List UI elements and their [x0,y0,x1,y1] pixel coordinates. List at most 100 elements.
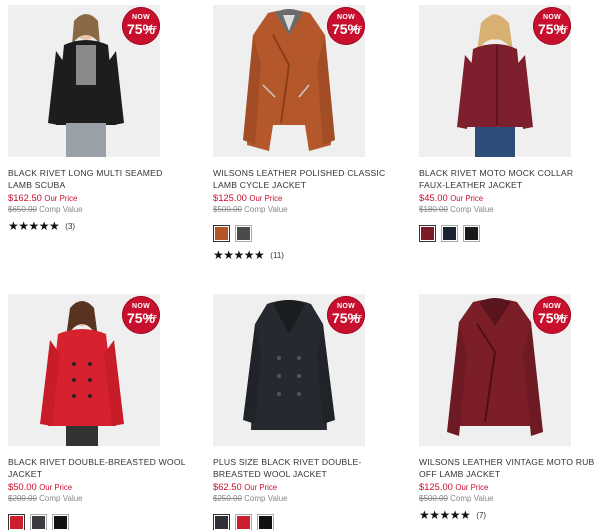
price-amount: $162.50 [8,192,42,203]
product-price: $125.00 Our Price [419,481,599,493]
price-label: Our Price [450,194,484,203]
comp-amount: $180.00 [419,205,448,214]
product-image[interactable]: NOW 75% OFF [419,294,571,446]
swatch-color [54,516,67,529]
swatch-color [237,516,250,529]
review-count: (3) [65,221,76,231]
color-swatches [419,225,599,242]
comp-amount: $200.00 [8,494,37,503]
product-title[interactable]: BLACK RIVET DOUBLE-BREASTED WOOL JACKET [8,456,186,480]
color-swatch-cognac[interactable] [213,225,230,242]
product-image[interactable]: NOW 75% OFF [213,5,365,157]
rating[interactable]: ★★★★★ (7) [419,509,599,521]
comp-value: $250.00 Comp Value [213,493,393,505]
comp-value: $650.00 Comp Value [8,204,188,216]
rating[interactable]: ★★★★★ (3) [8,220,188,232]
comp-amount: $500.00 [419,494,448,503]
comp-label: Comp Value [39,205,83,214]
product-price: $45.00 Our Price [419,192,599,204]
comp-label: Comp Value [450,494,494,503]
product-title[interactable]: BLACK RIVET LONG MULTI SEAMED LAMB SCUBA [8,167,186,191]
product-title[interactable]: WILSONS LEATHER POLISHED CLASSIC LAMB CY… [213,167,391,191]
price-amount: $125.00 [419,481,453,492]
comp-label: Comp Value [450,205,494,214]
price-label: Our Price [455,483,489,492]
price-label: Our Price [249,194,283,203]
comp-amount: $650.00 [8,205,37,214]
star-rating-icon: ★★★★★ [419,508,471,522]
product-card: NOW 75% OFF PLUS SIZE BLACK RIVET DOUBLE… [213,294,393,530]
color-swatch-charcoal[interactable] [30,514,47,530]
product-image[interactable]: NOW 75% OFF [419,5,571,157]
comp-value: $500.00 Comp Value [419,493,599,505]
badge-off-text: OFF [147,315,157,321]
comp-amount: $250.00 [213,494,242,503]
comp-label: Comp Value [39,494,83,503]
comp-amount: $500.00 [213,205,242,214]
product-price: $125.00 Our Price [213,192,393,204]
color-swatch-black[interactable] [257,514,274,530]
swatch-color [32,516,45,529]
price-amount: $62.50 [213,481,242,492]
product-title[interactable]: WILSONS LEATHER VINTAGE MOTO RUB OFF LAM… [419,456,597,480]
swatch-color [443,227,456,240]
product-price: $162.50 Our Price [8,192,188,204]
badge-off-text: OFF [147,26,157,32]
discount-badge: NOW 75% OFF [533,7,571,45]
product-title[interactable]: BLACK RIVET MOTO MOCK COLLAR FAUX-LEATHE… [419,167,597,191]
badge-off-text: OFF [558,315,568,321]
color-swatches [213,225,393,242]
color-swatch-navy[interactable] [441,225,458,242]
product-image[interactable]: NOW 75% OFF [8,5,160,157]
product-card: NOW 75% OFF BLACK RIVET DOUBLE-BREASTED … [8,294,188,530]
comp-label: Comp Value [244,205,288,214]
swatch-color [10,516,23,529]
color-swatch-red[interactable] [235,514,252,530]
price-amount: $50.00 [8,481,37,492]
star-rating-icon: ★★★★★ [213,248,265,262]
product-card: NOW 75% OFF BLACK RIVET MOTO MOCK COLLAR… [419,5,599,242]
discount-badge: NOW 75% OFF [533,296,571,334]
review-count: (11) [270,250,284,260]
product-card: NOW 75% OFF BLACK RIVET LONG MULTI SEAME… [8,5,188,232]
discount-badge: NOW 75% OFF [327,7,365,45]
color-swatch-burgundy[interactable] [419,225,436,242]
price-amount: $45.00 [419,192,448,203]
badge-off-text: OFF [352,26,362,32]
comp-value: $200.00 Comp Value [8,493,188,505]
color-swatches [213,514,393,530]
color-swatch-red[interactable] [8,514,25,530]
price-label: Our Price [39,483,73,492]
swatch-color [259,516,272,529]
badge-off-text: OFF [558,26,568,32]
comp-value: $500.00 Comp Value [213,204,393,216]
swatch-color [215,227,228,240]
product-price: $50.00 Our Price [8,481,188,493]
price-amount: $125.00 [213,192,247,203]
comp-label: Comp Value [244,494,288,503]
product-image[interactable]: NOW 75% OFF [8,294,160,446]
discount-badge: NOW 75% OFF [122,7,160,45]
color-swatch-black[interactable] [463,225,480,242]
color-swatch-black[interactable] [235,225,252,242]
product-card: NOW 75% OFF WILSONS LEATHER POLISHED CLA… [213,5,393,261]
star-rating-icon: ★★★★★ [8,219,60,233]
product-image[interactable]: NOW 75% OFF [213,294,365,446]
swatch-color [465,227,478,240]
badge-off-text: OFF [352,315,362,321]
color-swatches [8,514,188,530]
comp-value: $180.00 Comp Value [419,204,599,216]
price-label: Our Price [244,483,278,492]
price-label: Our Price [44,194,78,203]
product-card: NOW 75% OFF WILSONS LEATHER VINTAGE MOTO… [419,294,599,521]
review-count: (7) [476,510,487,520]
color-swatch-black[interactable] [52,514,69,530]
swatch-color [421,227,434,240]
swatch-color [237,227,250,240]
discount-badge: NOW 75% OFF [327,296,365,334]
color-swatch-charcoal[interactable] [213,514,230,530]
product-title[interactable]: PLUS SIZE BLACK RIVET DOUBLE-BREASTED WO… [213,456,391,480]
rating[interactable]: ★★★★★ (11) [213,249,393,261]
discount-badge: NOW 75% OFF [122,296,160,334]
product-price: $62.50 Our Price [213,481,393,493]
